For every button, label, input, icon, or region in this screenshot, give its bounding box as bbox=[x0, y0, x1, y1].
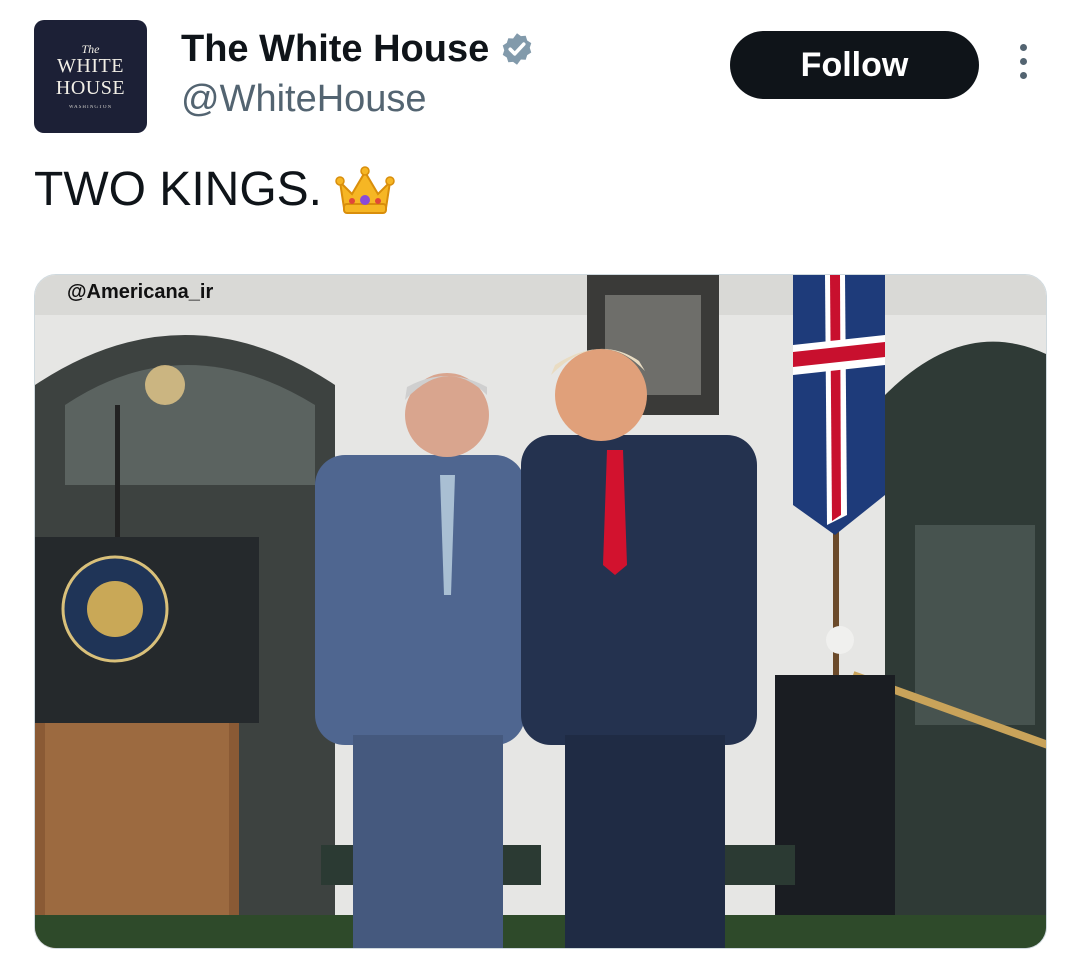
display-name[interactable]: The White House bbox=[181, 26, 489, 72]
avatar-line-washington: WASHINGTON bbox=[68, 105, 113, 110]
avatar-line-white: WHITE bbox=[57, 55, 124, 77]
author-name-row[interactable]: The White House bbox=[181, 26, 535, 72]
author-handle[interactable]: @WhiteHouse bbox=[181, 76, 535, 122]
avatar-line-house: HOUSE bbox=[55, 77, 126, 99]
verified-badge-icon bbox=[502, 33, 532, 65]
tweet-text-content: TWO KINGS. bbox=[34, 163, 322, 216]
photo-illustration bbox=[35, 275, 1046, 948]
tweet-photo[interactable]: @Americana_ir bbox=[34, 274, 1047, 949]
author-block: The White House @WhiteHouse bbox=[181, 26, 535, 122]
tweet-text: TWO KINGS. bbox=[34, 160, 396, 220]
crown-icon bbox=[335, 166, 395, 214]
photo-watermark: @Americana_ir bbox=[67, 281, 214, 303]
avatar-line-the: The bbox=[81, 42, 100, 56]
follow-button[interactable]: Follow bbox=[730, 31, 979, 99]
avatar[interactable]: The WHITE HOUSE WASHINGTON bbox=[34, 20, 147, 133]
more-options-icon[interactable] bbox=[1012, 44, 1034, 86]
